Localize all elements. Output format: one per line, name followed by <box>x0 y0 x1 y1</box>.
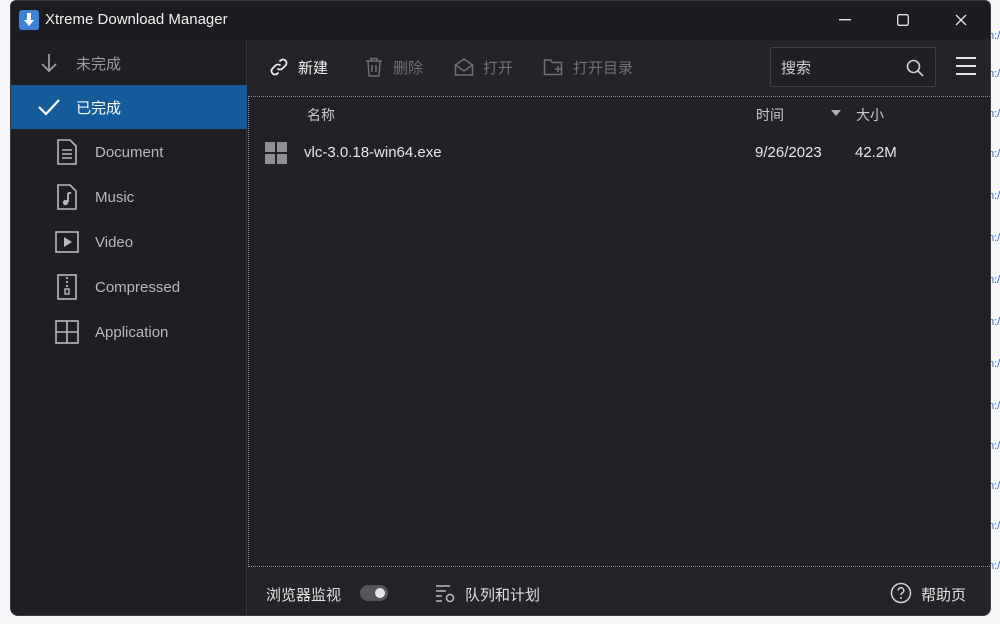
status-bar: 浏览器监视 队列和计划 帮助页 <box>248 568 990 615</box>
file-date: 9/26/2023 <box>755 144 822 161</box>
sidebar-item-label: Document <box>95 143 164 161</box>
sidebar-item-incomplete[interactable]: 未完成 <box>11 41 247 85</box>
sidebar-item-label: 未完成 <box>76 55 122 73</box>
file-size: 42.2M <box>855 144 897 161</box>
delete-label: 删除 <box>393 59 424 77</box>
sidebar-item-video[interactable]: Video <box>11 220 247 264</box>
sidebar-item-completed[interactable]: 已完成 <box>11 85 247 129</box>
close-icon <box>955 14 967 26</box>
new-download-button[interactable]: 新建 <box>268 53 328 81</box>
windows-app-icon <box>265 142 287 164</box>
open-file-button[interactable]: 打开 <box>453 53 513 81</box>
sidebar-item-application[interactable]: Application <box>11 310 247 354</box>
music-file-icon <box>54 184 80 210</box>
sidebar-item-label: Compressed <box>95 278 181 296</box>
maximize-icon <box>897 14 909 26</box>
link-icon <box>268 56 290 78</box>
queue-schedule-button[interactable]: 队列和计划 <box>465 584 540 605</box>
column-header-size[interactable]: 大小 <box>856 105 884 125</box>
sidebar-item-music[interactable]: Music <box>11 175 247 219</box>
checkmark-icon <box>36 94 62 120</box>
xdm-logo-icon <box>19 10 39 30</box>
open-folder-button[interactable]: 打开目录 <box>543 53 633 81</box>
browser-monitor-toggle[interactable] <box>360 585 388 601</box>
help-page-button[interactable]: 帮助页 <box>921 584 966 605</box>
file-name: vlc-3.0.18-win64.exe <box>304 144 442 161</box>
open-folder-label: 打开目录 <box>573 59 634 77</box>
download-list[interactable]: 名称 时间 大小 vlc-3.0.18-win64.exe 9/26/2023 … <box>248 96 990 567</box>
close-button[interactable] <box>933 1 989 39</box>
toggle-knob <box>375 588 385 598</box>
sidebar-item-label: Application <box>95 323 169 341</box>
sidebar-item-label: Music <box>95 188 135 206</box>
open-file-label: 打开 <box>483 59 514 77</box>
video-file-icon <box>54 229 80 255</box>
sidebar-item-compressed[interactable]: Compressed <box>11 265 247 309</box>
category-sidebar: 未完成 已完成 Document Music Video Compressed … <box>11 40 247 615</box>
delete-button[interactable]: 删除 <box>363 53 423 81</box>
column-header-time[interactable]: 时间 <box>756 105 784 125</box>
sidebar-item-document[interactable]: Document <box>11 130 247 174</box>
maximize-button[interactable] <box>875 1 931 39</box>
download-arrow-icon <box>36 50 62 76</box>
toolbar: 新建 删除 打开 打开目录 <box>248 40 990 96</box>
search-icon[interactable] <box>905 58 925 78</box>
search-input[interactable] <box>781 56 899 80</box>
folder-add-icon <box>543 56 565 78</box>
trash-icon <box>363 56 385 78</box>
list-header: 名称 时间 大小 <box>249 97 990 129</box>
hamburger-menu-icon[interactable] <box>954 54 978 78</box>
sidebar-item-label: 已完成 <box>76 99 122 117</box>
xdm-window: Xtreme Download Manager 未完成 已完成 Document… <box>10 0 991 616</box>
title-bar[interactable]: Xtreme Download Manager <box>11 1 990 39</box>
open-envelope-icon <box>453 56 475 78</box>
help-icon[interactable] <box>890 582 912 604</box>
document-icon <box>54 139 80 165</box>
sort-descending-icon <box>831 110 841 116</box>
application-grid-icon <box>54 319 80 345</box>
queue-schedule-icon <box>436 585 455 603</box>
new-download-label: 新建 <box>298 59 329 77</box>
minimize-button[interactable] <box>817 1 873 39</box>
window-title: Xtreme Download Manager <box>45 11 228 28</box>
sidebar-item-label: Video <box>95 233 134 251</box>
list-item[interactable]: vlc-3.0.18-win64.exe 9/26/2023 42.2M <box>249 135 990 171</box>
minimize-icon <box>839 19 851 21</box>
browser-monitor-label: 浏览器监视 <box>266 587 342 604</box>
zip-file-icon <box>54 274 80 300</box>
search-box <box>770 47 936 87</box>
column-header-name[interactable]: 名称 <box>307 105 335 125</box>
